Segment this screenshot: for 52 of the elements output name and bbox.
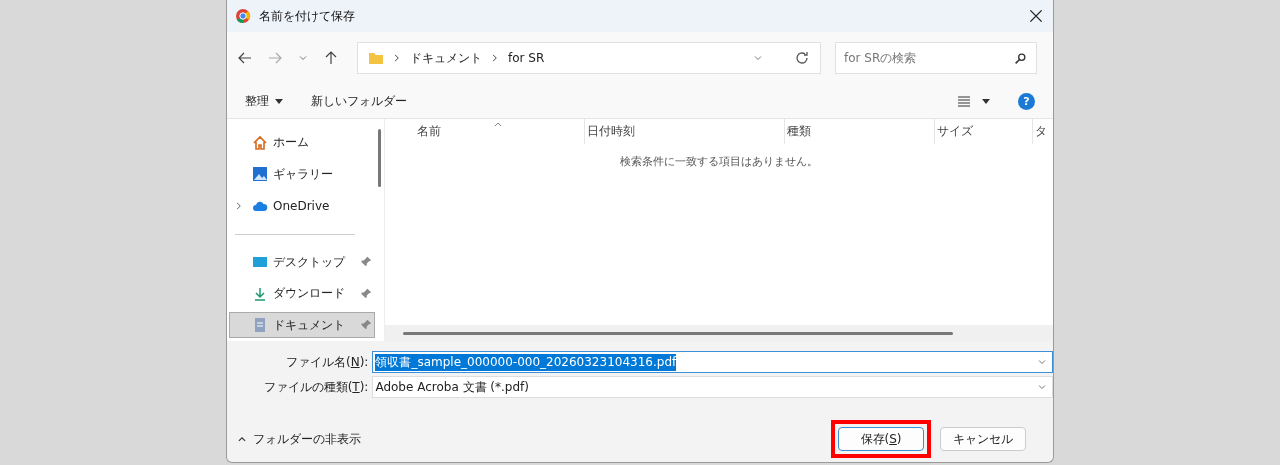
sidebar-item[interactable]: ドキュメント	[229, 312, 375, 338]
forward-icon	[267, 50, 283, 66]
column-header[interactable]: 種類	[785, 119, 935, 144]
browser-icon	[235, 8, 251, 24]
help-icon[interactable]: ?	[1018, 92, 1035, 110]
sidebar-item[interactable]: ギャラリー	[229, 161, 375, 187]
chevron-right-icon	[392, 53, 402, 63]
address-bar[interactable]: ドキュメント for SR	[357, 42, 821, 74]
search-field[interactable]: for SRの検索	[835, 42, 1037, 74]
pin-icon	[360, 287, 372, 300]
breadcrumb-item[interactable]: for SR	[508, 51, 545, 65]
breadcrumb-item[interactable]: ドキュメント	[410, 49, 482, 67]
sort-up-icon	[493, 120, 503, 128]
field-label: ファイルの種類(T):	[262, 378, 370, 396]
picture-icon	[252, 166, 268, 183]
scrollbar[interactable]	[403, 332, 953, 335]
pin-icon	[360, 319, 372, 332]
sidebar-item[interactable]: OneDrive	[229, 193, 375, 219]
save-button[interactable]: 保存(S)	[838, 427, 924, 451]
sidebar-item[interactable]: ダウンロード	[229, 281, 375, 307]
empty-message: 検索条件に一致する項目はありません。	[619, 154, 819, 169]
column-header[interactable]: 名前	[415, 119, 585, 144]
view-list-icon	[956, 93, 972, 109]
file-type-dropdown[interactable]: Adobe Acroba 文書 (*.pdf)	[372, 376, 1053, 398]
new-folder-button[interactable]: 新しいフォルダー	[311, 92, 407, 110]
column-header[interactable]: 日付時刻	[585, 119, 785, 144]
cancel-button[interactable]: キャンセル	[940, 427, 1026, 451]
field-label: ファイル名(N):	[285, 353, 370, 371]
window-title: 名前を付けて保存	[259, 7, 356, 25]
house-icon	[252, 134, 268, 151]
download-icon	[252, 285, 268, 302]
column-header[interactable]: タ	[1033, 119, 1053, 144]
refresh-icon	[794, 50, 810, 66]
search-icon	[1013, 52, 1027, 66]
chevron-right-icon	[490, 53, 500, 63]
up-arrow-icon	[323, 50, 339, 66]
back-icon	[237, 50, 253, 66]
close-icon	[1027, 7, 1045, 25]
caret-icon	[982, 98, 990, 104]
sidebar-item[interactable]: デスクトップ	[229, 249, 375, 275]
hide-folders-button[interactable]: フォルダーの非表示	[237, 430, 361, 448]
pin-icon	[360, 256, 372, 269]
scrollbar[interactable]	[378, 129, 381, 187]
folder-icon	[368, 50, 384, 66]
column-header[interactable]: サイズ	[935, 119, 1033, 144]
file-name-field[interactable]: 領収書_sample_000000-000_20260323104316.pdf	[372, 351, 1053, 373]
caret-icon	[275, 98, 283, 104]
document-icon	[252, 317, 268, 334]
chevron-right-icon	[234, 201, 244, 211]
organize-button[interactable]: 整理	[245, 92, 283, 110]
chevron-up-icon	[237, 434, 247, 444]
sidebar-item[interactable]: ホーム	[229, 130, 375, 156]
